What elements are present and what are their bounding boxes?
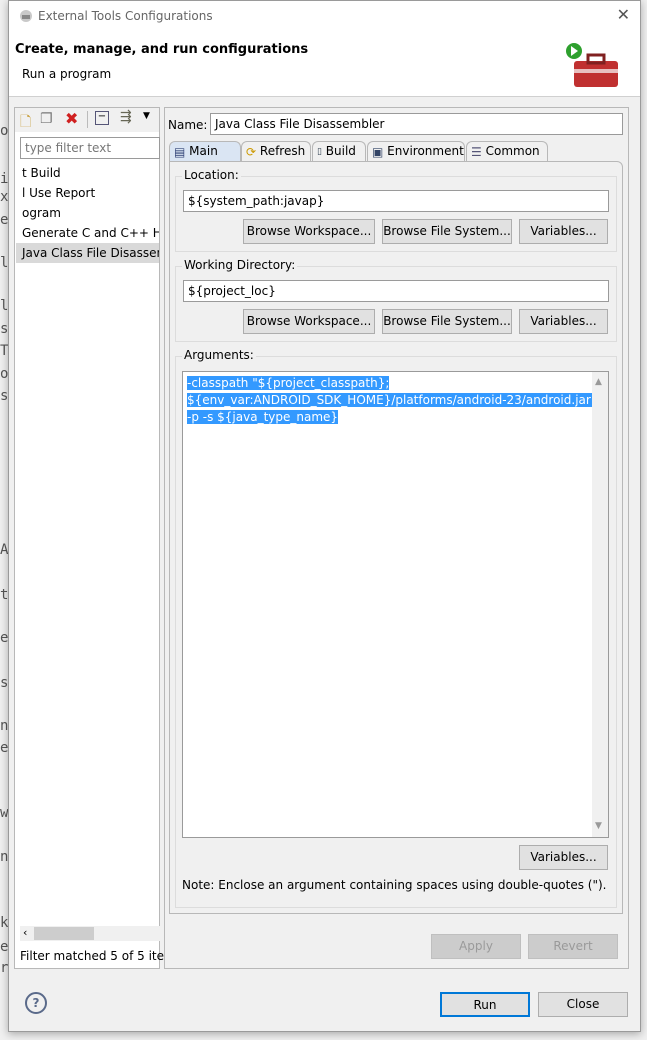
horizontal-scrollbar[interactable]: ‹	[20, 926, 160, 941]
window-title: External Tools Configurations	[38, 9, 213, 23]
build-icon: ▯	[317, 146, 322, 157]
duplicate-icon[interactable]: ❐	[40, 111, 53, 127]
apply-button[interactable]: Apply	[431, 934, 521, 959]
close-button[interactable]: Close	[538, 992, 628, 1017]
scrollbar-thumb[interactable]	[34, 927, 94, 940]
app-icon	[20, 10, 32, 22]
variables-button[interactable]: Variables...	[519, 309, 608, 334]
toolbox-icon	[566, 43, 618, 87]
filter-status: Filter matched 5 of 5 ite	[20, 949, 164, 963]
new-config-icon[interactable]: 🗋	[20, 111, 31, 135]
name-field[interactable]: Java Class File Disassembler	[210, 113, 623, 135]
external-tools-dialog: External Tools Configurations ✕ Create, …	[8, 0, 641, 1032]
help-icon[interactable]: ?	[25, 992, 47, 1014]
list-item[interactable]: Generate C and C++ He	[16, 223, 159, 243]
tab-common[interactable]: ☰ Common	[466, 141, 548, 162]
argument-line: -p -s ${java_type_name}	[187, 410, 339, 424]
common-icon: ☰	[471, 144, 482, 159]
argument-line: -classpath "${project_classpath};	[187, 376, 390, 390]
browse-workspace-button[interactable]: Browse Workspace...	[243, 309, 375, 334]
revert-button[interactable]: Revert	[528, 934, 618, 959]
dialog-header: Create, manage, and run configurations R…	[9, 31, 640, 97]
name-label: Name:	[168, 118, 208, 132]
browse-file-system-button[interactable]: Browse File System...	[382, 309, 512, 334]
list-item[interactable]: t Build	[16, 163, 159, 183]
tab-label: Main	[189, 144, 218, 158]
location-label: Location:	[182, 168, 241, 182]
working-directory-field[interactable]: ${project_loc}	[183, 280, 609, 302]
refresh-icon: ⟳	[246, 144, 257, 159]
scroll-down-icon[interactable]: ▼	[595, 818, 602, 835]
main-tab-icon: ▤	[174, 144, 186, 159]
tab-label: Build	[325, 144, 356, 158]
delete-icon[interactable]: ✖	[65, 109, 78, 128]
header-subtitle: Run a program	[22, 67, 112, 81]
variables-button[interactable]: Variables...	[519, 219, 608, 244]
list-toolbar: 🗋 ❐ ✖ − ⇶ ▼	[15, 108, 159, 132]
location-field[interactable]: ${system_path:javap}	[183, 190, 609, 212]
toolbar-separator	[87, 111, 88, 128]
scroll-left-icon[interactable]: ‹	[23, 926, 27, 939]
tab-main[interactable]: ▤ Main	[169, 141, 241, 162]
tab-refresh[interactable]: ⟳ Refresh	[241, 141, 311, 162]
vertical-scrollbar[interactable]: ▲ ▼	[592, 372, 608, 837]
tab-build[interactable]: ▯ Build	[312, 141, 366, 162]
header-title: Create, manage, and run configurations	[15, 42, 309, 57]
working-directory-label: Working Directory:	[182, 258, 298, 272]
close-window-icon[interactable]: ✕	[617, 5, 630, 24]
configuration-list-panel: 🗋 ❐ ✖ − ⇶ ▼ type filter text t Build l U…	[14, 107, 164, 969]
arguments-note: Note: Enclose an argument containing spa…	[182, 878, 607, 892]
tab-label: Refresh	[259, 144, 306, 158]
run-button[interactable]: Run	[440, 992, 530, 1017]
scroll-up-icon[interactable]: ▲	[595, 374, 602, 391]
arguments-textarea[interactable]: -classpath "${project_classpath}; ${env_…	[182, 371, 609, 838]
tab-label: Common	[485, 144, 540, 158]
filter-input[interactable]: type filter text	[20, 137, 160, 159]
list-item-selected[interactable]: Java Class File Disassen	[16, 243, 159, 263]
arguments-label: Arguments:	[182, 348, 256, 362]
list-item[interactable]: ogram	[16, 203, 159, 223]
argument-line: ${env_var:ANDROID_SDK_HOME}/platforms/an…	[187, 393, 597, 407]
browse-workspace-button[interactable]: Browse Workspace...	[243, 219, 375, 244]
tab-environment[interactable]: ▣ Environment	[367, 141, 465, 162]
collapse-all-icon[interactable]: −	[95, 111, 109, 125]
arguments-variables-button[interactable]: Variables...	[519, 845, 608, 870]
view-menu-chevron-down-icon[interactable]: ▼	[143, 111, 150, 121]
environment-icon: ▣	[372, 144, 384, 159]
browse-file-system-button[interactable]: Browse File System...	[382, 219, 512, 244]
tab-label: Environment	[387, 144, 464, 158]
list-item[interactable]: l Use Report	[16, 183, 159, 203]
title-bar: External Tools Configurations ✕	[9, 1, 640, 31]
filter-icon[interactable]: ⇶	[120, 109, 132, 125]
